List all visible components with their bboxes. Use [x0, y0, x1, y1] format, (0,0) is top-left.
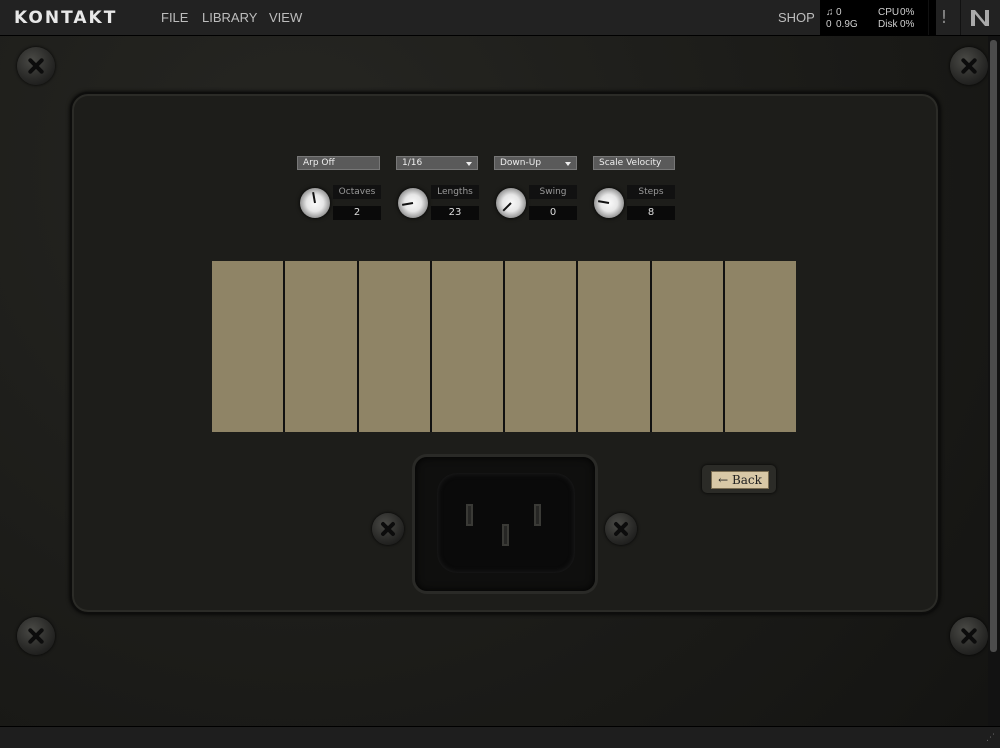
steps-label: Steps	[627, 185, 675, 199]
screw-icon	[950, 47, 988, 85]
screw-icon	[372, 513, 404, 545]
step-sequencer	[212, 261, 796, 432]
step-cell[interactable]	[724, 261, 796, 432]
step-cell[interactable]	[358, 261, 430, 432]
swing-knob[interactable]	[496, 188, 526, 218]
menu-view[interactable]: VIEW	[269, 10, 302, 25]
memory-value: 0.9G	[836, 19, 858, 30]
chevron-down-icon	[565, 162, 571, 166]
power-socket-icon	[437, 473, 575, 573]
scrollbar-thumb[interactable]	[990, 40, 997, 652]
chevron-down-icon	[466, 162, 472, 166]
back-button[interactable]: ← Back	[711, 471, 769, 489]
screw-icon	[17, 617, 55, 655]
rate-label: 1/16	[402, 158, 423, 168]
step-cell[interactable]	[212, 261, 284, 432]
voices-value: 0	[826, 19, 832, 30]
warning-icon[interactable]: !	[928, 0, 959, 35]
rate-dropdown[interactable]: 1/16	[396, 156, 478, 170]
kontakt-logo[interactable]: KONTAKT	[14, 8, 117, 28]
cpu-value: 0%	[900, 7, 915, 18]
menu-file[interactable]: FILE	[161, 10, 188, 25]
step-cell[interactable]	[505, 261, 577, 432]
lengths-value[interactable]: 23	[431, 206, 479, 220]
step-cell[interactable]	[651, 261, 723, 432]
cpu-label: CPU	[878, 7, 900, 18]
swing-label: Swing	[529, 185, 577, 199]
arp-mode-label: Arp Off	[303, 158, 335, 168]
steps-value[interactable]: 8	[627, 206, 675, 220]
socket-pin	[502, 524, 509, 546]
shop-button[interactable]: SHOP	[778, 10, 815, 25]
steps-knob[interactable]	[594, 188, 624, 218]
octaves-knob[interactable]	[300, 188, 330, 218]
disk-value: 0%	[900, 19, 915, 30]
midi-value: 0	[836, 7, 842, 18]
socket-pin	[534, 504, 541, 526]
octaves-label: Octaves	[333, 185, 381, 199]
midi-icon: ♫	[826, 7, 834, 18]
screw-icon	[17, 47, 55, 85]
velocity-mode-label: Scale Velocity	[599, 158, 662, 168]
status-bar: ⋰	[0, 726, 1000, 748]
screw-icon	[950, 617, 988, 655]
lengths-label: Lengths	[431, 185, 479, 199]
scrollbar[interactable]	[988, 36, 1000, 726]
step-cell[interactable]	[285, 261, 357, 432]
direction-label: Down-Up	[500, 158, 542, 168]
direction-dropdown[interactable]: Down-Up	[494, 156, 577, 170]
velocity-mode-button[interactable]: Scale Velocity	[593, 156, 675, 170]
system-stats[interactable]: ♫ 0 0 0.9G CPU 0% Disk 0%	[820, 0, 936, 35]
step-cell[interactable]	[578, 261, 650, 432]
step-cell[interactable]	[431, 261, 503, 432]
swing-value[interactable]: 0	[529, 206, 577, 220]
top-bar: KONTAKT FILE LIBRARY VIEW SHOP ♫ 0 0 0.9…	[0, 0, 1000, 36]
octaves-value[interactable]: 2	[333, 206, 381, 220]
screw-icon	[605, 513, 637, 545]
arp-mode-dropdown[interactable]: Arp Off	[297, 156, 380, 170]
socket-pin	[466, 504, 473, 526]
disk-label: Disk	[878, 19, 898, 30]
resize-grip-icon[interactable]: ⋰	[986, 734, 996, 744]
lengths-knob[interactable]	[398, 188, 428, 218]
ni-logo-icon[interactable]	[960, 0, 1000, 35]
menu-library[interactable]: LIBRARY	[202, 10, 257, 25]
